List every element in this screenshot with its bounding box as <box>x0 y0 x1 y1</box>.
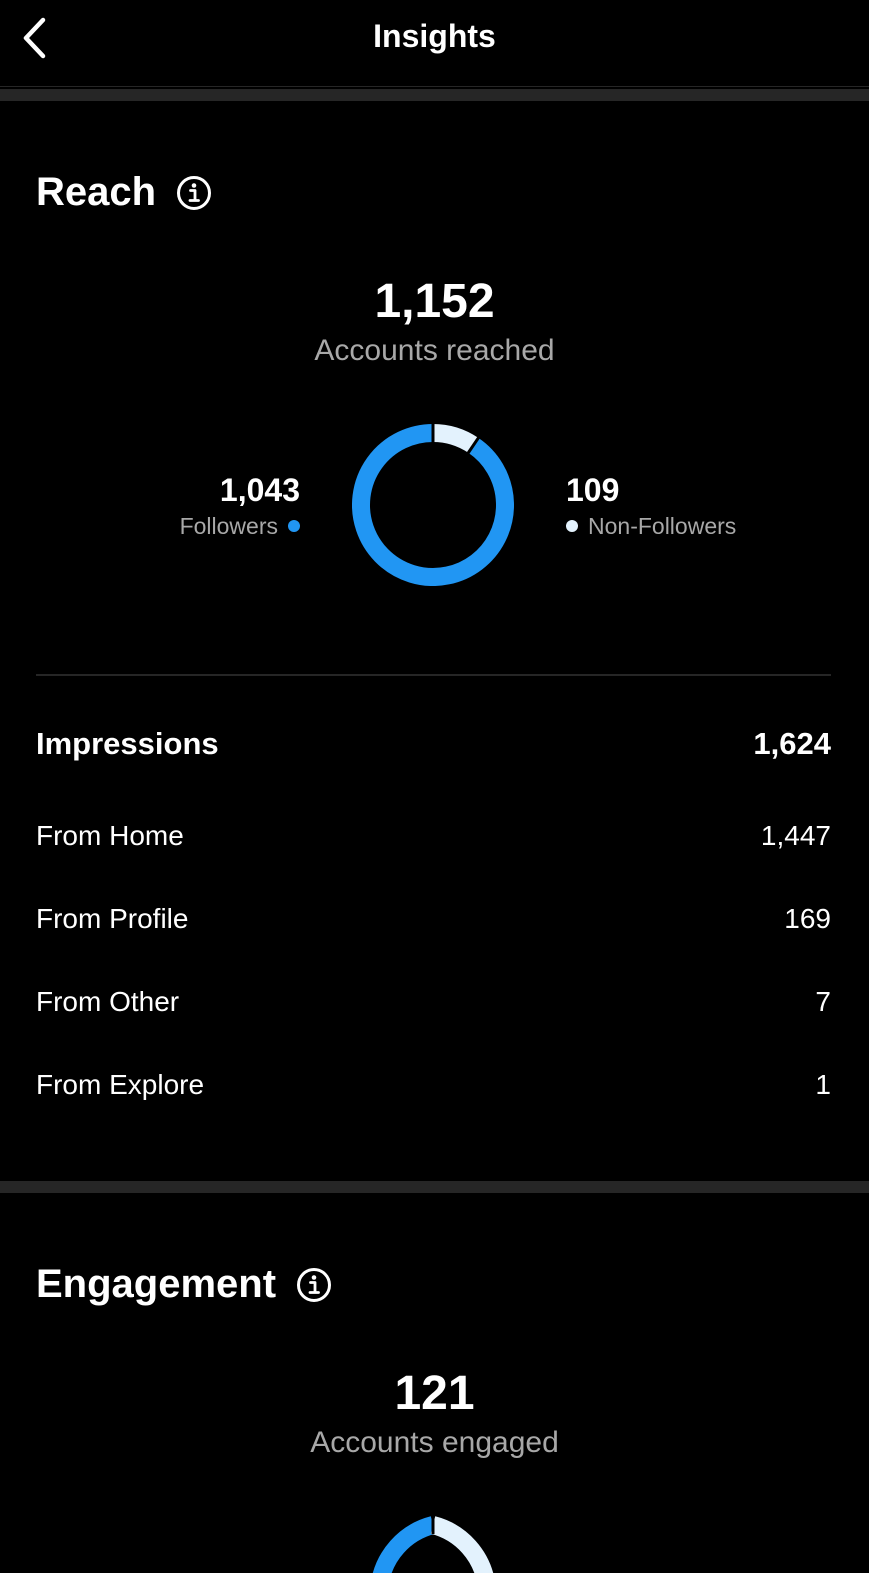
impressions-source-row: From Profile 169 <box>36 903 831 935</box>
non-followers-color-dot <box>566 520 578 532</box>
engagement-donut-segment <box>430 1516 494 1573</box>
impressions-label: Impressions <box>36 726 219 761</box>
reach-title: Reach <box>36 170 157 214</box>
followers-legend: 1,043 Followers <box>180 470 300 542</box>
source-label: From Home <box>36 820 184 851</box>
info-icon <box>297 1267 332 1302</box>
accounts-engaged-count: 121 <box>394 1367 475 1420</box>
info-icon <box>177 175 212 210</box>
engagement-title: Engagement <box>36 1262 277 1306</box>
engagement-info-button[interactable] <box>296 1267 332 1303</box>
page-title: Insights <box>373 18 496 54</box>
reach-info-button[interactable] <box>176 175 212 211</box>
reach-section-title: Reach <box>36 170 212 215</box>
source-value: 7 <box>815 986 831 1017</box>
non-followers-value: 109 <box>566 472 620 508</box>
non-followers-legend: 109 Non-Followers <box>566 470 736 542</box>
section-separator <box>0 89 869 101</box>
impressions-source-row: From Other 7 <box>36 986 831 1018</box>
source-label: From Other <box>36 986 180 1017</box>
non-followers-label: Non-Followers <box>588 513 737 539</box>
source-value: 1,447 <box>760 820 831 851</box>
impressions-value: 1,624 <box>753 726 831 761</box>
engagement-section-title: Engagement <box>36 1262 332 1307</box>
followers-color-dot <box>288 520 300 532</box>
reach-donut-chart <box>352 424 514 586</box>
top-bar: Insights <box>0 0 869 87</box>
source-label: From Explore <box>36 1069 205 1100</box>
source-value: 1 <box>815 1069 831 1100</box>
engagement-donut-segment <box>372 1516 436 1573</box>
engagement-donut-chart <box>372 1516 494 1573</box>
source-value: 169 <box>784 903 831 934</box>
accounts-engaged-label: Accounts engaged <box>310 1426 559 1459</box>
accounts-reached-count: 1,152 <box>374 275 495 328</box>
impressions-row: Impressions 1,624 <box>36 726 831 762</box>
source-label: From Profile <box>36 903 189 934</box>
followers-label: Followers <box>179 513 278 539</box>
divider <box>36 674 831 676</box>
impressions-source-row: From Explore 1 <box>36 1069 831 1101</box>
donut-segment-followers <box>352 424 514 586</box>
section-separator <box>0 1181 869 1193</box>
donut-segment-non-followers <box>432 424 479 453</box>
accounts-reached-label: Accounts reached <box>314 334 555 367</box>
followers-value: 1,043 <box>219 472 300 508</box>
impressions-source-row: From Home 1,447 <box>36 820 831 852</box>
